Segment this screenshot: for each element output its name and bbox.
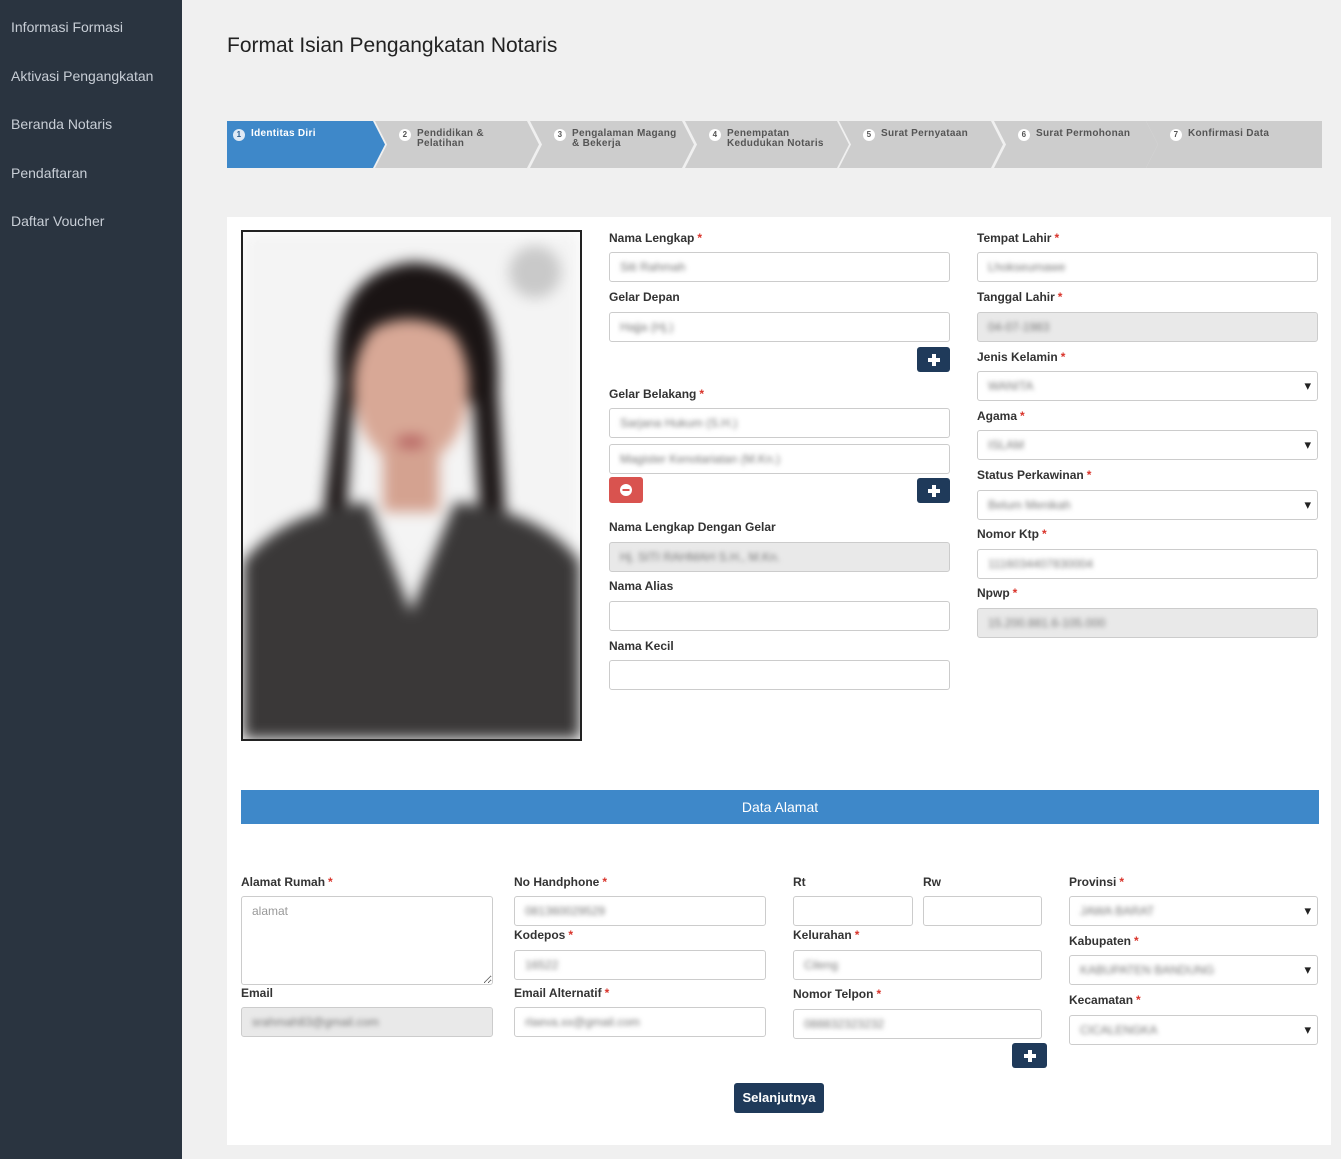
label-email: Email [241,986,274,1000]
kabupaten-select[interactable]: KABUPATEN BANDUNG [1069,955,1318,985]
tanggal-lahir-input[interactable]: 04-07-1983 [977,312,1318,342]
sidebar-item-aktivasi-pengangkatan[interactable]: Aktivasi Pengangkatan [11,68,153,84]
rt-input[interactable] [793,896,913,926]
rw-input[interactable] [923,896,1042,926]
label-npwp: Npwp * [977,586,1018,600]
label-alamat-rumah: Alamat Rumah * [241,875,333,889]
label-kodepos: Kodepos * [514,928,574,942]
label-rw: Rw [923,875,941,889]
step-label: Surat Permohonan [1036,128,1131,139]
sidebar-item-pendaftaran[interactable]: Pendaftaran [11,165,87,181]
npwp-input[interactable]: 15.200.881.6-105.000 [977,608,1318,638]
step-number: 7 [1170,129,1182,141]
step-number: 4 [709,129,721,141]
step-label: Konfirmasi Data [1188,128,1270,139]
label-tempat-lahir: Tempat Lahir * [977,231,1060,245]
sidebar-item-beranda-notaris[interactable]: Beranda Notaris [11,116,112,132]
label-email-alternatif: Email Alternatif * [514,986,610,1000]
add-gelar-belakang-button[interactable] [917,478,950,503]
step-label: Pengalaman Magang & Bekerja [572,128,677,149]
label-nomor-ktp: Nomor Ktp * [977,527,1047,541]
label-nama-kecil: Nama Kecil [609,639,674,653]
step-number: 1 [233,129,245,141]
step-number: 6 [1018,129,1030,141]
add-nomor-telpon-button[interactable] [1012,1043,1047,1068]
next-button[interactable]: Selanjutnya [734,1083,824,1113]
status-perkawinan-select[interactable]: Belum Menikah [977,490,1318,520]
no-handphone-input[interactable]: 081360029529 [514,896,766,926]
nama-lengkap-gelar-input: Hj. SITI RAHMAH S.H., M.Kn. [609,542,950,572]
profile-photo[interactable] [241,230,582,741]
label-nama-lengkap: Nama Lengkap * [609,231,703,245]
wizard-stepper: 1 Identitas Diri 2 Pendidikan & Pelatihan … [227,121,1322,168]
step-number: 5 [863,129,875,141]
tempat-lahir-input[interactable]: Lhokseumawe [977,252,1318,282]
alamat-rumah-textarea[interactable]: alamat [241,896,493,985]
sidebar: Informasi Formasi Aktivasi Pengangkatan … [0,0,182,1159]
label-jenis-kelamin: Jenis Kelamin * [977,350,1066,364]
nomor-ktp-input[interactable]: 1116034407830004 [977,549,1318,579]
kecamatan-select[interactable]: CICALENGKA [1069,1015,1318,1045]
label-kelurahan: Kelurahan * [793,928,860,942]
sidebar-item-informasi-formasi[interactable]: Informasi Formasi [11,19,123,35]
nomor-telpon-input[interactable]: 088832323232 [793,1009,1042,1039]
nama-kecil-input[interactable] [609,660,950,690]
gelar-belakang-input-2[interactable]: Magister Kenotariatan (M.Kn.) [609,444,950,474]
plus-icon [1023,1049,1036,1062]
label-status-perkawinan: Status Perkawinan * [977,468,1092,482]
step-label: Pendidikan & Pelatihan [417,128,484,149]
email-input: srahmah83@gmail.com [241,1007,493,1037]
label-tanggal-lahir: Tanggal Lahir * [977,290,1063,304]
sidebar-item-daftar-voucher[interactable]: Daftar Voucher [11,213,104,229]
step-number: 3 [554,129,566,141]
plus-icon [927,484,940,497]
step-number: 2 [399,129,411,141]
kelurahan-input[interactable]: Cileng [793,950,1042,980]
email-alternatif-input[interactable]: rlaeva.xx@gmail.com [514,1007,766,1037]
nama-lengkap-input[interactable]: Siti Rahmah [609,252,950,282]
step-label: Surat Pernyataan [881,128,969,139]
plus-icon [927,353,940,366]
label-rt: Rt [793,875,806,889]
label-gelar-belakang: Gelar Belakang * [609,387,705,401]
step-label: Penempatan Kedudukan Notaris [727,128,824,149]
label-gelar-depan: Gelar Depan [609,290,680,304]
label-no-handphone: No Handphone * [514,875,607,889]
nama-alias-input[interactable] [609,601,950,631]
gelar-depan-input[interactable]: Hajja (Hj.) [609,312,950,342]
page-title: Format Isian Pengangkatan Notaris [227,34,558,57]
jenis-kelamin-select[interactable]: WANITA [977,371,1318,401]
minus-circle-icon [620,484,632,496]
gelar-belakang-input-1[interactable]: Sarjana Hukum (S.H.) [609,408,950,438]
step-label: Identitas Diri [251,128,316,139]
label-provinsi: Provinsi * [1069,875,1125,889]
label-nama-lengkap-gelar: Nama Lengkap Dengan Gelar [609,520,776,534]
remove-gelar-belakang-button[interactable] [609,477,643,503]
label-nama-alias: Nama Alias [609,579,674,593]
label-agama: Agama * [977,409,1025,423]
section-data-alamat: Data Alamat [241,790,1319,824]
kodepos-input[interactable]: 16522 [514,950,766,980]
label-nomor-telpon: Nomor Telpon * [793,987,882,1001]
label-kecamatan: Kecamatan * [1069,993,1141,1007]
label-kabupaten: Kabupaten * [1069,934,1139,948]
provinsi-select[interactable]: JAWA BARAT [1069,896,1318,926]
agama-select[interactable]: ISLAM [977,430,1318,460]
add-gelar-depan-button[interactable] [917,347,950,372]
